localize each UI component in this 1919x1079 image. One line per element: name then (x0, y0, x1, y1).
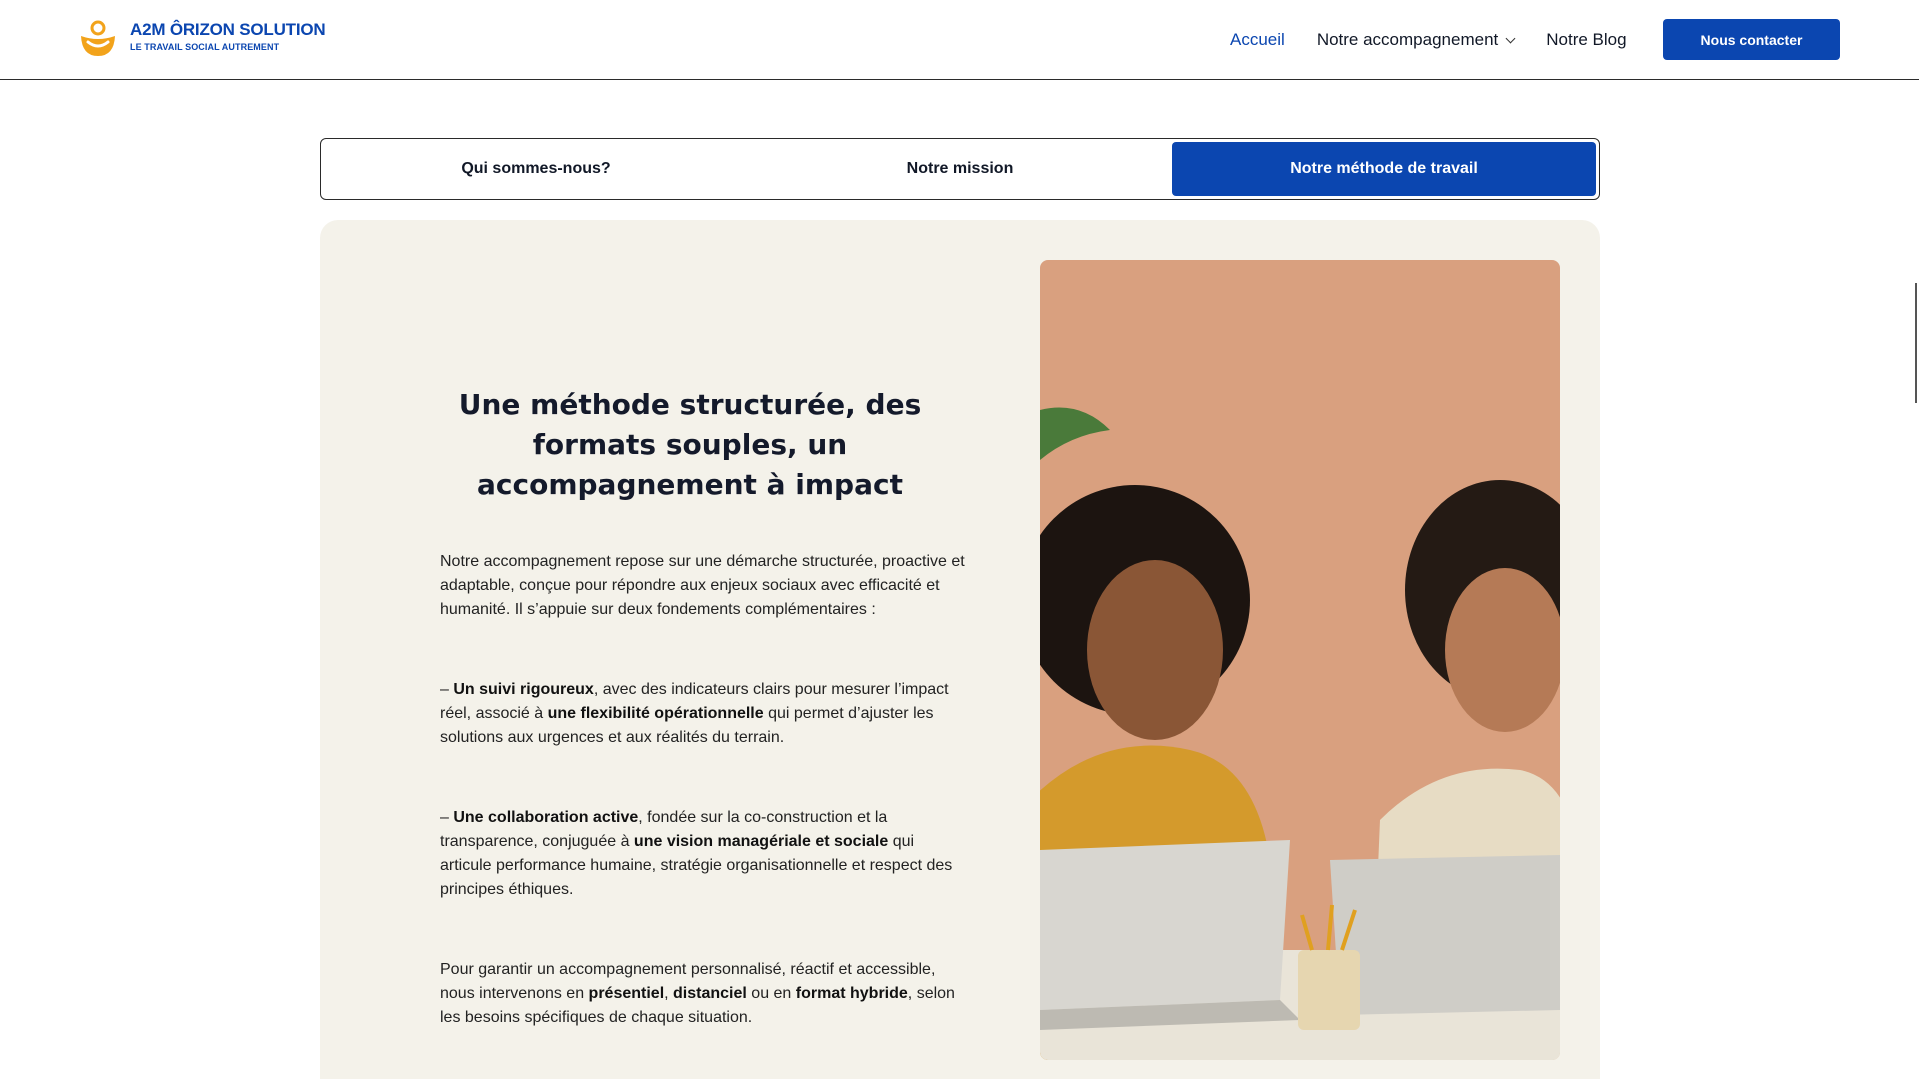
p3-text-1: , (664, 985, 674, 1002)
p2-bold-1: Une collaboration active (453, 809, 639, 826)
tab-notre-mission[interactable]: Notre mission (748, 142, 1172, 196)
section-title: Une méthode structurée, des formats soup… (458, 388, 922, 501)
logo-icon (78, 20, 118, 58)
p1-bold-2: une flexibilité opérationnelle (547, 705, 764, 722)
contact-button[interactable]: Nous contacter (1663, 19, 1840, 60)
chevron-down-icon (1505, 33, 1516, 43)
nav-notre-accompagnement-label: Notre accompagnement (1316, 30, 1499, 49)
about-tabs: Qui sommes-nous? Notre mission Notre mét… (320, 138, 1600, 200)
p3-bold-2: distanciel (673, 985, 747, 1002)
site-logo[interactable]: A2M ÔRIZON SOLUTION LE TRAVAIL SOCIAL AU… (78, 20, 326, 58)
main-nav: Accueil Notre accompagnement Notre Blog (1230, 0, 1659, 80)
p3-bold-3: format hybride (795, 985, 908, 1002)
logo-title: A2M ÔRIZON SOLUTION (130, 20, 326, 39)
p1-prefix: – (440, 681, 454, 698)
nav-notre-accompagnement[interactable]: Notre accompagnement (1316, 30, 1516, 50)
method-card: Une méthode structurée, des formats soup… (320, 220, 1600, 1079)
p2-bold-2: une vision managériale et sociale (633, 833, 889, 850)
nav-accueil[interactable]: Accueil (1230, 30, 1285, 50)
p1-bold-1: Un suivi rigoureux (453, 681, 594, 698)
team-photo (1040, 260, 1560, 1060)
page-scrollbar[interactable] (1915, 283, 1917, 403)
paragraph-collaboration: – Une collaboration active, fondée sur l… (440, 806, 965, 902)
paragraph-suivi: – Un suivi rigoureux, avec des indicateu… (440, 678, 965, 750)
nav-notre-blog[interactable]: Notre Blog (1546, 30, 1626, 50)
site-header: A2M ÔRIZON SOLUTION LE TRAVAIL SOCIAL AU… (0, 0, 1919, 80)
tab-notre-methode[interactable]: Notre méthode de travail (1172, 142, 1596, 196)
p2-prefix: – (440, 809, 454, 826)
section-body: Notre accompagnement repose sur une déma… (440, 550, 965, 1079)
p3-bold-1: présentiel (588, 985, 665, 1002)
paragraph-formats: Pour garantir un accompagnement personna… (440, 958, 965, 1030)
intro-paragraph: Notre accompagnement repose sur une déma… (440, 553, 965, 618)
tab-qui-sommes-nous[interactable]: Qui sommes-nous? (324, 142, 748, 196)
p3-text-2: ou en (746, 985, 796, 1002)
logo-subtitle: LE TRAVAIL SOCIAL AUTREMENT (130, 42, 280, 52)
